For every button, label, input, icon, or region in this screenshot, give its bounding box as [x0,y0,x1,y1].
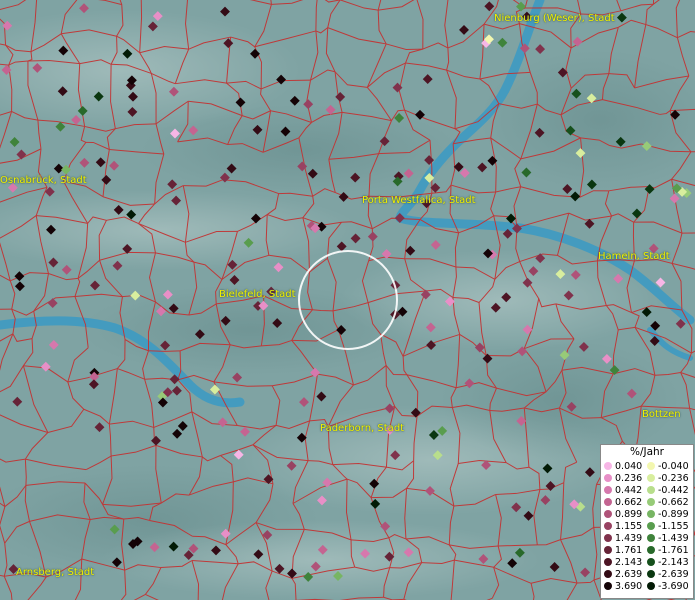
legend-item-negative: -0.662 [647,497,689,508]
legend-swatch [604,521,612,530]
city-label: Nienburg (Weser), Stadt [494,13,615,24]
legend-swatch [604,533,612,542]
legend-panel: %/Jahr 0.040 0.236 0.442 0.662 0.899 1.155 1.4… [600,444,694,599]
legend-item-positive: 0.236 [604,473,642,484]
legend-value: 2.639 [615,569,643,580]
legend-item-positive: 0.899 [604,509,642,520]
legend-item-negative: -2.639 [647,569,689,580]
legend-value: 0.040 [615,461,643,472]
legend-swatch [647,533,655,542]
legend-value: -2.639 [658,569,689,580]
legend-swatch [647,509,655,518]
legend-swatch [647,461,655,470]
legend-value: 0.662 [615,497,643,508]
city-label: Paderborn, Stadt [320,423,405,434]
legend-value: -0.442 [658,485,689,496]
legend-item-negative: -0.236 [647,473,689,484]
legend-value: 1.155 [615,521,643,532]
map-view[interactable]: Nienburg (Weser), Stadt Osnabrück, Stadt… [0,0,695,600]
legend-item-negative: -0.040 [647,461,689,472]
legend-value: 0.899 [615,509,643,520]
legend-value: 3.690 [615,581,643,592]
legend-item-negative: -3.690 [647,581,689,592]
legend-swatch [604,557,612,566]
legend-item-positive: 1.761 [604,545,642,556]
legend-value: -0.236 [658,473,689,484]
legend-item-negative: -0.442 [647,485,689,496]
legend-item-negative: -0.899 [647,509,689,520]
legend-value: -0.662 [658,497,689,508]
legend-value: 1.761 [615,545,643,556]
map-canvas[interactable] [0,0,695,600]
legend-value: 1.439 [615,533,643,544]
city-label: Bottzen [642,409,681,420]
legend-value: 2.143 [615,557,643,568]
legend-item-positive: 0.662 [604,497,642,508]
legend-value: -0.899 [658,509,689,520]
legend-swatch [647,581,655,590]
legend-item-positive: 2.639 [604,569,642,580]
legend-value: -3.690 [658,581,689,592]
legend-item-negative: -1.155 [647,521,689,532]
legend-value: 0.236 [615,473,643,484]
legend-swatch [647,545,655,554]
legend-value: -0.040 [658,461,689,472]
legend-swatch [647,521,655,530]
legend-item-negative: -2.143 [647,557,689,568]
legend-title: %/Jahr [629,446,665,458]
legend-item-positive: 0.442 [604,485,642,496]
legend-swatch [604,569,612,578]
legend-swatch [604,581,612,590]
legend-item-negative: -1.439 [647,533,689,544]
legend-swatch [604,497,612,506]
legend-swatch [647,485,655,494]
legend-item-positive: 1.439 [604,533,642,544]
legend-item-negative: -1.761 [647,545,689,556]
city-label: Arnsberg, Stadt [16,567,95,578]
legend-value: -1.155 [658,521,689,532]
legend-swatch [647,557,655,566]
city-label: Bielefeld, Stadt [219,289,296,300]
legend-item-positive: 3.690 [604,581,642,592]
legend-swatch [647,497,655,506]
legend-swatch [604,461,612,470]
legend-swatch [647,473,655,482]
legend-swatch [604,545,612,554]
legend-value: 0.442 [615,485,643,496]
legend-item-positive: 1.155 [604,521,642,532]
legend-swatch [604,509,612,518]
legend-item-positive: 0.040 [604,461,642,472]
legend-item-positive: 2.143 [604,557,642,568]
legend-swatch [647,569,655,578]
city-label: Hameln, Stadt [598,251,670,262]
legend-value: -1.761 [658,545,689,556]
legend-value: -2.143 [658,557,689,568]
legend-value: -1.439 [658,533,689,544]
city-label: Osnabrück, Stadt [0,175,87,186]
legend-swatch [604,473,612,482]
legend-swatch [604,485,612,494]
city-label: Porta Westfalica, Stadt [362,195,476,206]
